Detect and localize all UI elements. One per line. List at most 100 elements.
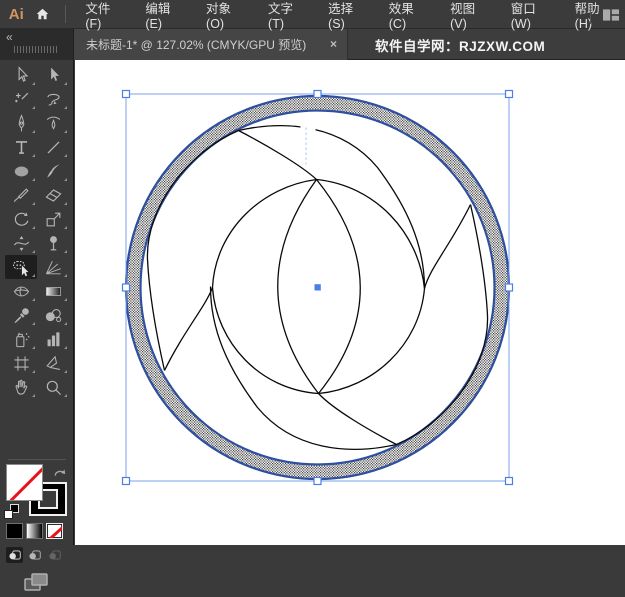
lasso-tool-icon bbox=[44, 90, 63, 109]
menubar-divider-right bbox=[590, 5, 591, 24]
tool-mesh-tool[interactable] bbox=[5, 279, 37, 303]
tab-bar: « 未标题-1* @ 127.02% (CMYK/GPU 预览) × 软件自学网… bbox=[0, 29, 625, 60]
home-icon bbox=[37, 8, 49, 20]
workspace-switcher-icon[interactable] bbox=[601, 7, 621, 23]
menu-选择S[interactable]: 选择(S) bbox=[317, 0, 378, 31]
document-tab[interactable]: 未标题-1* @ 127.02% (CMYK/GPU 预览) × bbox=[74, 29, 348, 60]
tool-curvature-tool[interactable] bbox=[37, 111, 69, 135]
line-segment-tool-icon bbox=[44, 138, 63, 157]
drawing-mode-buttons bbox=[6, 547, 63, 563]
ellipse-tool-icon bbox=[12, 162, 31, 181]
tool-pen-tool[interactable] bbox=[5, 111, 37, 135]
tool-width-tool[interactable] bbox=[5, 231, 37, 255]
tool-type-tool[interactable] bbox=[5, 135, 37, 159]
tool-hand-tool[interactable] bbox=[5, 375, 37, 399]
tool-perspective-grid-tool[interactable] bbox=[37, 255, 69, 279]
draw-behind-icon bbox=[28, 549, 42, 561]
tool-paintbrush-tool[interactable] bbox=[37, 159, 69, 183]
tool-eyedropper-tool[interactable] bbox=[5, 303, 37, 327]
menu-窗口W[interactable]: 窗口(W) bbox=[500, 0, 564, 31]
tool-direct-selection-tool[interactable] bbox=[37, 63, 69, 87]
curvature-tool-icon bbox=[44, 114, 63, 133]
gradient-tool-icon bbox=[44, 282, 63, 301]
screen-mode-button[interactable] bbox=[23, 572, 49, 592]
rotate-tool-icon bbox=[12, 210, 31, 229]
panel-grip-handle[interactable] bbox=[14, 46, 58, 53]
cursor-overlay bbox=[300, 115, 316, 141]
tool-rotate-tool[interactable] bbox=[5, 207, 37, 231]
color-button[interactable] bbox=[6, 523, 23, 539]
gradient-button[interactable] bbox=[26, 523, 43, 539]
document-tab-title: 未标题-1* @ 127.02% (CMYK/GPU 预览) bbox=[86, 38, 307, 52]
tools-panel-header[interactable]: « bbox=[0, 29, 74, 60]
tool-selection-tool[interactable] bbox=[5, 63, 37, 87]
tool-shaper-tool[interactable] bbox=[5, 183, 37, 207]
shaper-tool-icon bbox=[12, 186, 31, 205]
menu-编辑E[interactable]: 编辑(E) bbox=[134, 0, 195, 31]
zoom-tool-icon bbox=[44, 378, 63, 397]
tools-grid bbox=[5, 63, 69, 399]
tool-zoom-tool[interactable] bbox=[37, 375, 69, 399]
blend-tool-icon bbox=[44, 306, 63, 325]
tool-slice-tool[interactable] bbox=[37, 351, 69, 375]
pen-tool-icon bbox=[12, 114, 31, 133]
object-center-point[interactable] bbox=[314, 284, 321, 291]
tool-lasso-tool[interactable] bbox=[37, 87, 69, 111]
eraser-tool-icon bbox=[44, 186, 63, 205]
tool-eraser-tool[interactable] bbox=[37, 183, 69, 207]
artboard-canvas[interactable] bbox=[75, 60, 625, 545]
draw-inside-icon bbox=[48, 549, 62, 561]
none-slash-icon bbox=[47, 524, 62, 538]
tool-blend-tool[interactable] bbox=[37, 303, 69, 327]
fill-swatch[interactable] bbox=[6, 464, 43, 501]
slice-tool-icon bbox=[44, 354, 63, 373]
tool-gradient-tool[interactable] bbox=[37, 279, 69, 303]
tool-shape-builder-tool[interactable] bbox=[5, 255, 37, 279]
menu-文件F[interactable]: 文件(F) bbox=[74, 0, 134, 31]
appearance-buttons bbox=[6, 523, 63, 539]
tools-panel bbox=[0, 60, 74, 591]
tool-scale-tool[interactable] bbox=[37, 207, 69, 231]
tool-column-graph-tool[interactable] bbox=[37, 327, 69, 351]
artboard-tool-icon bbox=[12, 354, 31, 373]
shape-builder-tool-icon bbox=[12, 258, 31, 277]
perspective-grid-tool-icon bbox=[44, 258, 63, 277]
puppet-warp-tool-icon bbox=[44, 234, 63, 253]
width-tool-icon bbox=[12, 234, 31, 253]
draw-normal-icon bbox=[8, 549, 22, 561]
home-button[interactable] bbox=[31, 3, 56, 25]
tool-symbol-sprayer-tool[interactable] bbox=[5, 327, 37, 351]
selection-tool-icon bbox=[12, 66, 31, 85]
illustrator-logo[interactable]: Ai bbox=[2, 6, 31, 23]
direct-selection-tool-icon bbox=[44, 66, 63, 85]
tab-close-icon[interactable]: × bbox=[326, 37, 341, 52]
menu-items: 文件(F) 编辑(E) 对象(O) 文字(T) 选择(S) 效果(C) 视图(V) 窗口(W)… bbox=[74, 0, 625, 31]
none-slash-icon bbox=[7, 465, 42, 500]
site-watermark: 软件自学网：RJZXW.COM bbox=[375, 38, 546, 54]
menu-对象O[interactable]: 对象(O) bbox=[195, 0, 257, 31]
eyedropper-tool-icon bbox=[12, 306, 31, 325]
menu-文字T[interactable]: 文字(T) bbox=[257, 0, 317, 31]
menu-bar: Ai 文件(F) 编辑(E) 对象(O) 文字(T) 选择(S) 效果(C) 视图(V) 窗口… bbox=[0, 0, 625, 31]
column-graph-tool-icon bbox=[44, 330, 63, 349]
swap-fill-stroke-button[interactable] bbox=[52, 466, 68, 480]
tool-line-segment-tool[interactable] bbox=[37, 135, 69, 159]
tool-magic-wand-tool[interactable] bbox=[5, 87, 37, 111]
type-tool-icon bbox=[12, 138, 31, 157]
menu-效果C[interactable]: 效果(C) bbox=[378, 0, 439, 31]
paintbrush-tool-icon bbox=[44, 162, 63, 181]
symbol-sprayer-tool-icon bbox=[12, 330, 31, 349]
menu-视图V[interactable]: 视图(V) bbox=[439, 0, 500, 31]
tool-artboard-tool[interactable] bbox=[5, 351, 37, 375]
magic-wand-tool-icon bbox=[12, 90, 31, 109]
mesh-tool-icon bbox=[12, 282, 31, 301]
draw-behind-button[interactable] bbox=[26, 547, 43, 563]
draw-inside-button bbox=[46, 547, 63, 563]
tool-puppet-warp-tool[interactable] bbox=[37, 231, 69, 255]
collapse-panel-icon[interactable]: « bbox=[6, 30, 13, 44]
default-fill-stroke-button[interactable] bbox=[4, 504, 19, 519]
none-button[interactable] bbox=[46, 523, 63, 539]
tool-ellipse-tool[interactable] bbox=[5, 159, 37, 183]
draw-normal-button[interactable] bbox=[6, 547, 23, 563]
scale-tool-icon bbox=[44, 210, 63, 229]
